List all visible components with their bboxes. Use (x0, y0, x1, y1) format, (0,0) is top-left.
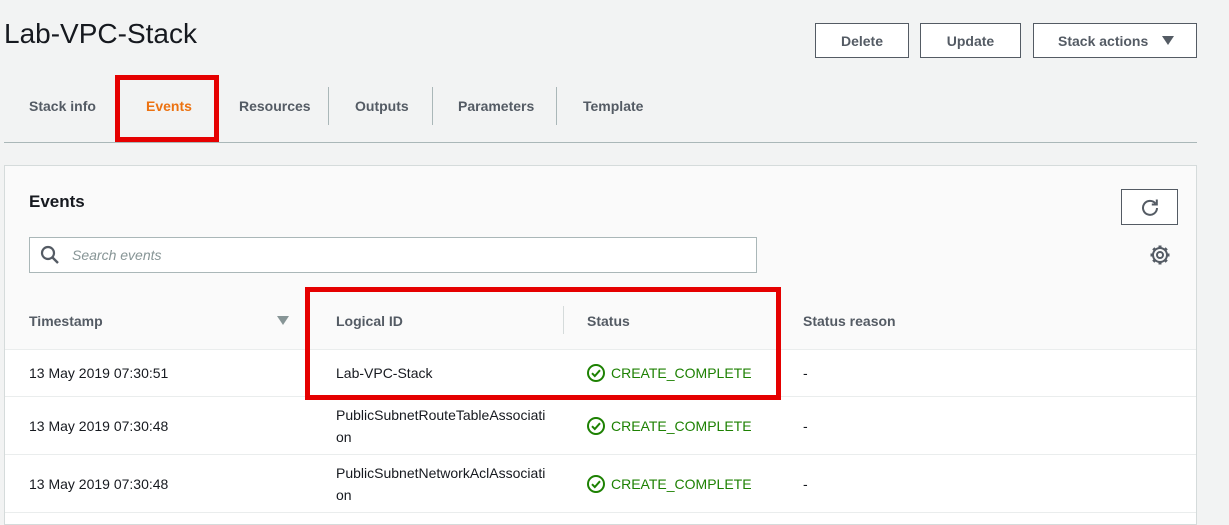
status-text: CREATE_COMPLETE (611, 364, 752, 381)
refresh-icon (1141, 199, 1158, 216)
table-row: 13 May 2019 07:30:48 PublicSubnetNetwork… (5, 455, 1196, 513)
stack-actions-label: Stack actions (1058, 32, 1149, 49)
status-reason-cell: - (803, 417, 808, 434)
status-text: CREATE_COMPLETE (611, 417, 752, 434)
stack-actions-button[interactable]: Stack actions (1033, 23, 1197, 58)
events-title: Events (29, 192, 85, 211)
refresh-button[interactable] (1121, 189, 1178, 225)
tab-parameters[interactable]: Parameters (458, 86, 534, 126)
logical-id-text: PublicSubnetRouteTableAssociation (336, 406, 546, 445)
check-circle-icon (587, 363, 605, 382)
tab-outputs[interactable]: Outputs (355, 86, 409, 126)
logical-id-text: PublicSubnetNetworkAclAssociation (336, 464, 546, 503)
logical-id-cell: Lab-VPC-Stack (336, 364, 433, 381)
status-reason-cell: - (803, 364, 808, 381)
column-logical-id[interactable]: Logical ID (336, 292, 403, 349)
status-reason-cell: - (803, 475, 808, 492)
tab-divider (328, 87, 329, 125)
logical-id-cell: PublicSubnetNetworkAclAssociation (336, 455, 546, 512)
update-button[interactable]: Update (920, 23, 1021, 58)
status-cell: CREATE_COMPLETE (587, 397, 752, 454)
timestamp-cell: 13 May 2019 07:30:48 (29, 475, 169, 492)
search-events-field[interactable] (29, 237, 757, 273)
table-row: 13 May 2019 07:30:51 Lab-VPC-Stack CREAT… (5, 349, 1196, 397)
search-icon (40, 245, 59, 264)
table-header: Timestamp Logical ID Status Status reaso… (5, 292, 1196, 350)
status-text: CREATE_COMPLETE (611, 475, 752, 492)
check-circle-icon (587, 474, 605, 493)
tab-template[interactable]: Template (583, 86, 643, 126)
status-cell: CREATE_COMPLETE (587, 455, 752, 512)
column-divider (308, 306, 309, 334)
search-events-input[interactable] (70, 246, 714, 264)
page-title: Lab-VPC-Stack (4, 18, 197, 49)
tab-resources[interactable]: Resources (239, 86, 311, 126)
column-timestamp[interactable]: Timestamp (29, 292, 103, 349)
tab-divider (556, 87, 557, 125)
column-divider (563, 306, 564, 334)
column-divider (780, 306, 781, 334)
logical-id-cell: PublicSubnetRouteTableAssociation (336, 397, 546, 454)
tab-bar: Stack info Events Resources Outputs Para… (4, 86, 1197, 143)
tab-divider (432, 87, 433, 125)
events-panel-header: Events (5, 166, 1196, 293)
timestamp-cell: 13 May 2019 07:30:51 (29, 364, 169, 381)
events-panel: Events Timestamp (4, 165, 1197, 525)
caret-down-icon (1162, 36, 1175, 45)
timestamp-cell: 13 May 2019 07:30:48 (29, 417, 169, 434)
tab-events[interactable]: Events (146, 86, 192, 126)
check-circle-icon (587, 416, 605, 435)
status-cell: CREATE_COMPLETE (587, 349, 752, 396)
column-status[interactable]: Status (587, 292, 630, 349)
column-status-reason[interactable]: Status reason (803, 292, 896, 349)
table-row: 13 May 2019 07:30:48 PublicSubnetRouteTa… (5, 397, 1196, 455)
gear-icon[interactable] (1149, 244, 1171, 266)
tab-stack-info[interactable]: Stack info (29, 86, 96, 126)
delete-button[interactable]: Delete (815, 23, 909, 58)
sort-descending-icon[interactable] (277, 316, 289, 325)
